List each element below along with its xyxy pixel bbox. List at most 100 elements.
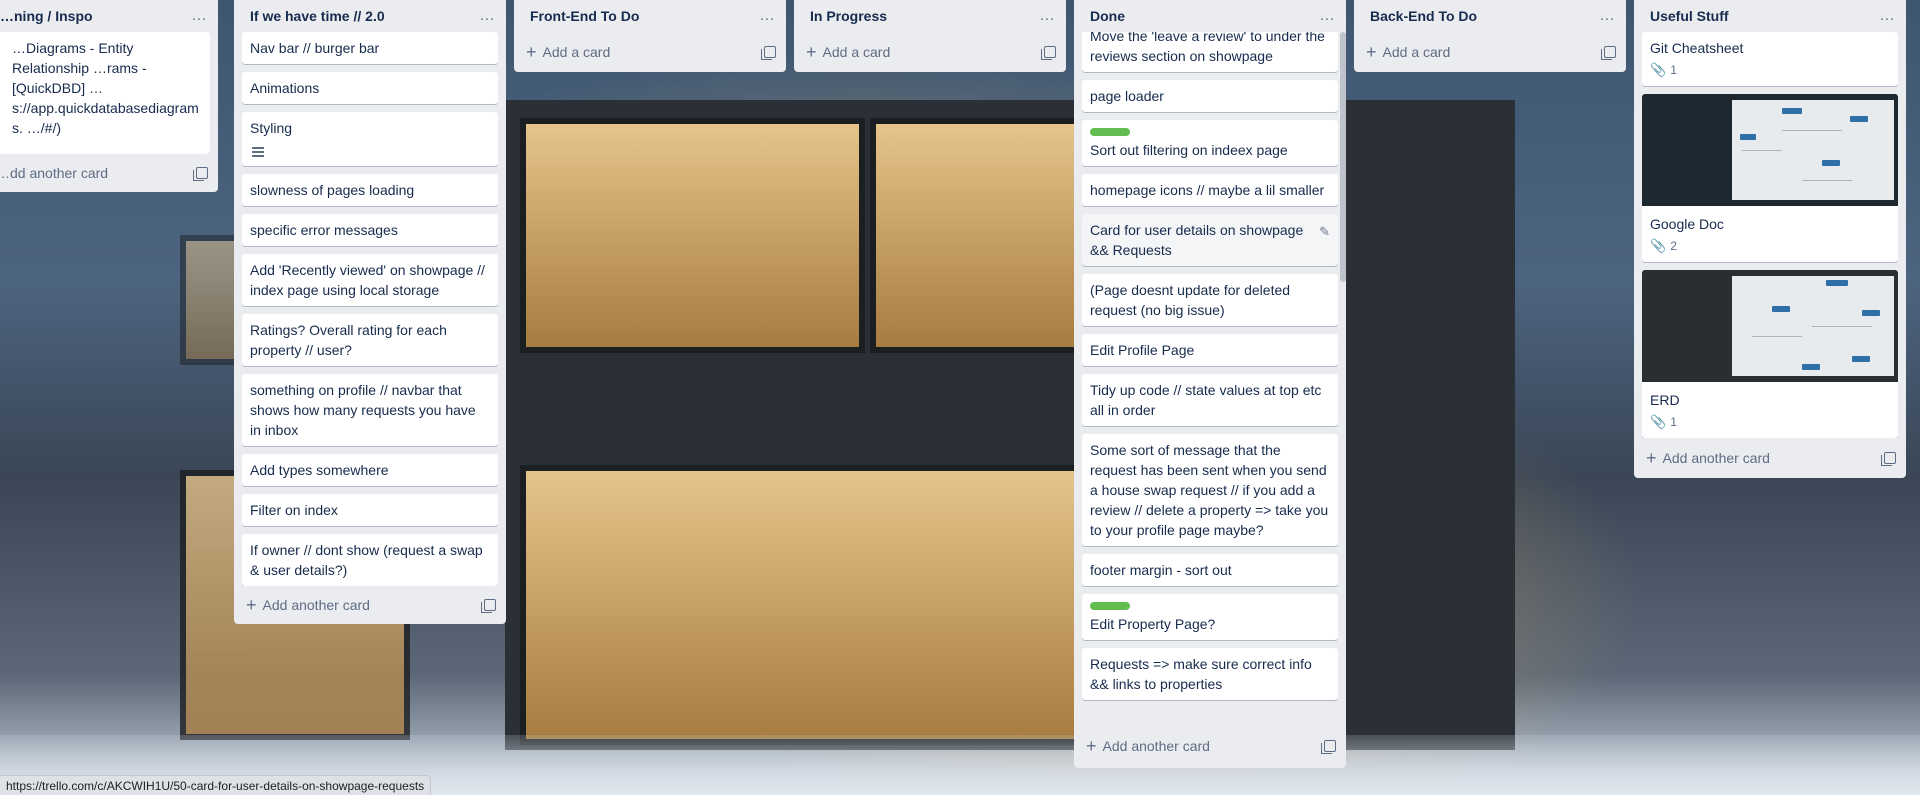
- card-title: Edit Profile Page: [1090, 342, 1195, 358]
- list-title[interactable]: Useful Stuff: [1650, 8, 1729, 24]
- card-list: Move the 'leave a review' to under the r…: [1074, 32, 1346, 726]
- list-title[interactable]: If we have time // 2.0: [250, 8, 385, 24]
- list-footer: + Add a card: [1354, 32, 1626, 72]
- list-menu-icon[interactable]: …: [1599, 8, 1616, 24]
- card-badges: [250, 140, 490, 160]
- list-card[interactable]: Sort out filtering on indeex page: [1082, 120, 1338, 166]
- add-card-label: Add a card: [542, 44, 611, 60]
- card-label-green[interactable]: [1090, 602, 1130, 610]
- add-card-button[interactable]: + Add a card: [806, 43, 890, 61]
- list-title[interactable]: Back-End To Do: [1370, 8, 1477, 24]
- add-card-button[interactable]: …dd another card: [0, 165, 108, 181]
- list-front-end-to-do: Front-End To Do … + Add a card: [514, 0, 786, 72]
- attachment-count: 1: [1670, 63, 1677, 77]
- list-card[interactable]: Add types somewhere: [242, 454, 498, 486]
- list-card[interactable]: Add 'Recently viewed' on showpage // ind…: [242, 254, 498, 306]
- list-card[interactable]: Requests => make sure correct info && li…: [1082, 648, 1338, 700]
- list-footer: + Add another card: [1074, 726, 1346, 766]
- plus-icon: +: [1086, 736, 1097, 756]
- card-badges: 📎 1: [1650, 60, 1890, 80]
- add-card-label: Add a card: [822, 44, 891, 60]
- list-card[interactable]: Edit Property Page?: [1082, 594, 1338, 640]
- card-title: Google Doc: [1650, 216, 1724, 232]
- attachment-icon: 📎: [1650, 414, 1667, 429]
- list-header: Front-End To Do …: [514, 0, 786, 32]
- add-card-button[interactable]: + Add another card: [246, 596, 370, 614]
- card-template-icon[interactable]: [1321, 740, 1336, 754]
- browser-status-url: https://trello.com/c/AKCWIH1U/50-card-fo…: [0, 775, 432, 795]
- list-menu-icon[interactable]: …: [1039, 8, 1056, 24]
- list-card[interactable]: Nav bar // burger bar: [242, 32, 498, 64]
- add-card-button[interactable]: + Add a card: [1366, 43, 1450, 61]
- list-card[interactable]: If owner // dont show (request a swap & …: [242, 534, 498, 586]
- card-template-icon[interactable]: [193, 167, 208, 181]
- list-header: Done …: [1074, 0, 1346, 32]
- list-card[interactable]: specific error messages: [242, 214, 498, 246]
- card-list: Nav bar // burger bar Animations Styling…: [234, 32, 506, 586]
- card-label-green[interactable]: [1090, 128, 1130, 136]
- card-template-icon[interactable]: [1041, 46, 1056, 60]
- attachment-icon: 📎: [1650, 62, 1667, 77]
- add-card-label: Add a card: [1382, 44, 1451, 60]
- list-card[interactable]: Move the 'leave a review' to under the r…: [1082, 32, 1338, 72]
- list-menu-icon[interactable]: …: [191, 8, 208, 24]
- card-template-icon[interactable]: [1881, 452, 1896, 466]
- plus-icon: +: [806, 42, 817, 62]
- card-template-icon[interactable]: [1601, 46, 1616, 60]
- list-card[interactable]: Google Doc 📎 2: [1642, 94, 1898, 262]
- card-title: Animations: [250, 80, 320, 96]
- card-title: …Diagrams - Entity Relationship …rams - …: [12, 40, 199, 136]
- card-title: footer margin - sort out: [1090, 562, 1232, 578]
- list-title[interactable]: Front-End To Do: [530, 8, 639, 24]
- card-cover-image: [1642, 270, 1898, 382]
- list-card[interactable]: Tidy up code // state values at top etc …: [1082, 374, 1338, 426]
- card-title: Add types somewhere: [250, 462, 389, 478]
- list-card[interactable]: ERD 📎 1: [1642, 270, 1898, 438]
- list-title[interactable]: …ning / Inspo: [0, 8, 93, 24]
- card-title: Edit Property Page?: [1090, 616, 1216, 632]
- list-card[interactable]: Ratings? Overall rating for each propert…: [242, 314, 498, 366]
- list-card[interactable]: Card for user details on showpage && Req…: [1082, 214, 1338, 266]
- card-title: slowness of pages loading: [250, 182, 415, 198]
- add-card-button[interactable]: + Add another card: [1646, 449, 1770, 467]
- list-menu-icon[interactable]: …: [1879, 8, 1896, 24]
- list-title[interactable]: In Progress: [810, 8, 887, 24]
- attachment-icon: 📎: [1650, 238, 1667, 253]
- list-card[interactable]: page loader: [1082, 80, 1338, 112]
- list-card[interactable]: footer margin - sort out: [1082, 554, 1338, 586]
- edit-card-icon[interactable]: ✎: [1319, 222, 1330, 242]
- list-card[interactable]: Styling: [242, 112, 498, 166]
- card-template-icon[interactable]: [761, 46, 776, 60]
- list-card[interactable]: slowness of pages loading: [242, 174, 498, 206]
- card-title: Styling: [250, 120, 293, 136]
- add-card-label: Add another card: [1102, 738, 1210, 754]
- list-card[interactable]: Filter on index: [242, 494, 498, 526]
- list-menu-icon[interactable]: …: [1319, 8, 1336, 24]
- list-header: Back-End To Do …: [1354, 0, 1626, 32]
- card-title: Requests => make sure correct info && li…: [1090, 656, 1312, 692]
- list-card[interactable]: Git Cheatsheet 📎 1: [1642, 32, 1898, 86]
- list-footer: + Add another card: [234, 586, 506, 624]
- list-card[interactable]: Some sort of message that the request ha…: [1082, 434, 1338, 546]
- plus-icon: +: [1646, 448, 1657, 468]
- list-card[interactable]: Animations: [242, 72, 498, 104]
- add-card-button[interactable]: + Add another card: [1086, 737, 1210, 755]
- card-title: Card for user details on showpage && Req…: [1090, 222, 1304, 258]
- plus-icon: +: [1366, 42, 1377, 62]
- add-card-button[interactable]: + Add a card: [526, 43, 610, 61]
- list-title[interactable]: Done: [1090, 8, 1125, 24]
- card-title: If owner // dont show (request a swap & …: [250, 542, 483, 578]
- list-card[interactable]: …Diagrams - Entity Relationship …rams - …: [0, 32, 210, 154]
- card-template-icon[interactable]: [481, 599, 496, 613]
- card-title: Some sort of message that the request ha…: [1090, 442, 1329, 538]
- card-title: Nav bar // burger bar: [250, 40, 380, 56]
- list-card[interactable]: homepage icons // maybe a lil smaller: [1082, 174, 1338, 206]
- list-card[interactable]: (Page doesnt update for deleted request …: [1082, 274, 1338, 326]
- card-title: specific error messages: [250, 222, 398, 238]
- list-card[interactable]: Edit Profile Page: [1082, 334, 1338, 366]
- list-menu-icon[interactable]: …: [479, 8, 496, 24]
- list-scrollbar[interactable]: [1340, 32, 1346, 282]
- list-footer: …dd another card: [0, 154, 218, 192]
- list-menu-icon[interactable]: …: [759, 8, 776, 24]
- list-card[interactable]: something on profile // navbar that show…: [242, 374, 498, 446]
